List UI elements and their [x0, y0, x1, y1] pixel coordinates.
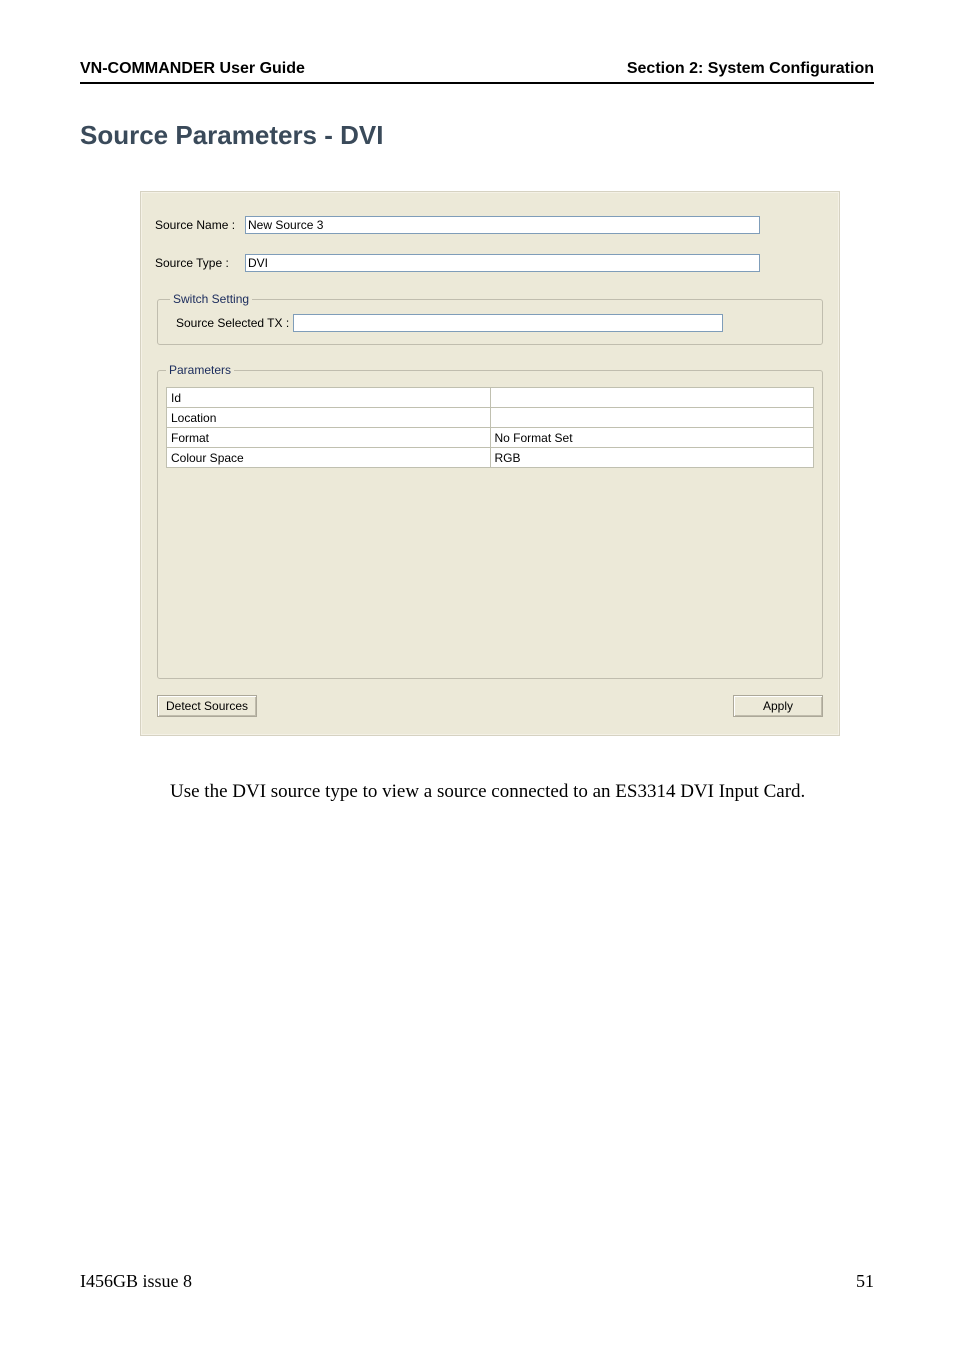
page-footer: I456GB issue 8 51: [80, 1271, 874, 1292]
source-type-input[interactable]: [245, 254, 760, 272]
parameters-legend: Parameters: [166, 363, 234, 377]
table-row[interactable]: Format No Format Set: [167, 428, 814, 448]
footer-page-number: 51: [856, 1271, 874, 1292]
table-row[interactable]: Id: [167, 388, 814, 408]
header-right: Section 2: System Configuration: [627, 60, 874, 78]
source-selected-tx-input[interactable]: [293, 314, 723, 332]
param-label: Id: [167, 388, 491, 408]
apply-button[interactable]: Apply: [733, 695, 823, 717]
param-label: Location: [167, 408, 491, 428]
dialog-panel: Source Name : Source Type : Switch Setti…: [140, 191, 840, 736]
detect-sources-button[interactable]: Detect Sources: [157, 695, 257, 717]
param-value[interactable]: [490, 388, 814, 408]
param-value[interactable]: No Format Set: [490, 428, 814, 448]
table-row[interactable]: Location: [167, 408, 814, 428]
source-type-row: Source Type :: [155, 254, 825, 272]
source-type-label: Source Type :: [155, 256, 245, 270]
switch-setting-group: Switch Setting Source Selected TX :: [157, 292, 823, 345]
parameters-empty-area: [166, 468, 814, 668]
param-label: Format: [167, 428, 491, 448]
page-header: VN-COMMANDER User Guide Section 2: Syste…: [80, 60, 874, 84]
footer-left: I456GB issue 8: [80, 1271, 192, 1292]
switch-setting-legend: Switch Setting: [170, 292, 252, 306]
param-value[interactable]: RGB: [490, 448, 814, 468]
source-name-row: Source Name :: [155, 216, 825, 234]
source-name-input[interactable]: [245, 216, 760, 234]
source-name-label: Source Name :: [155, 218, 245, 232]
param-label: Colour Space: [167, 448, 491, 468]
param-value[interactable]: [490, 408, 814, 428]
parameters-group: Parameters Id Location Format No Format …: [157, 363, 823, 679]
header-left: VN-COMMANDER User Guide: [80, 60, 305, 78]
table-row[interactable]: Colour Space RGB: [167, 448, 814, 468]
source-selected-tx-label: Source Selected TX :: [176, 316, 289, 330]
dialog-buttons-row: Detect Sources Apply: [155, 695, 825, 717]
section-title: Source Parameters - DVI: [80, 120, 874, 151]
parameters-table: Id Location Format No Format Set Colour …: [166, 387, 814, 468]
body-paragraph: Use the DVI source type to view a source…: [170, 778, 810, 806]
